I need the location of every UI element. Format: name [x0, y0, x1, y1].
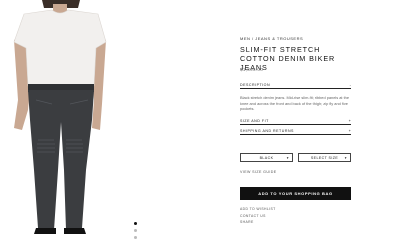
product-photo-model [13, 0, 107, 234]
gallery-dot-3[interactable] [134, 236, 137, 239]
color-select-value: BLACK [259, 155, 274, 160]
secondary-links: ADD TO WISHLIST CONTACT US SHARE [240, 207, 276, 224]
size-select[interactable]: SELECT SIZE ▾ [298, 153, 351, 162]
accordion-size-fit-label: SIZE AND FIT [240, 119, 269, 123]
model-right-shoe [64, 228, 86, 234]
plus-icon: + [348, 128, 351, 133]
color-select[interactable]: BLACK ▾ [240, 153, 293, 162]
gallery-dot-2[interactable] [134, 229, 137, 232]
plus-icon: + [348, 118, 351, 123]
product-info-panel: MEN / JEANS & TROUSERS SLIM-FIT STRETCH … [240, 0, 355, 242]
product-price: $1,395.00 [240, 67, 264, 72]
breadcrumb[interactable]: MEN / JEANS & TROUSERS [240, 36, 303, 41]
accordion-size-fit[interactable]: SIZE AND FIT + [240, 118, 351, 125]
minus-icon: - [349, 82, 351, 87]
accordion-shipping-label: SHIPPING AND RETURNS [240, 129, 294, 133]
accordion-description[interactable]: DESCRIPTION - [240, 82, 351, 89]
size-select-placeholder: SELECT SIZE [310, 155, 339, 160]
accordion-description-label: DESCRIPTION [240, 83, 271, 87]
add-to-wishlist-link[interactable]: ADD TO WISHLIST [240, 207, 276, 211]
description-text: Black stretch denim jeans. Mid-rise slim… [240, 95, 349, 112]
chevron-down-icon: ▾ [344, 155, 347, 160]
accordion-shipping[interactable]: SHIPPING AND RETURNS + [240, 128, 351, 135]
model-jeans [28, 90, 94, 230]
gallery-dot-1[interactable] [134, 222, 137, 225]
model-left-shoe [34, 228, 56, 234]
contact-us-link[interactable]: CONTACT US [240, 214, 276, 218]
product-image-panel [0, 0, 148, 242]
share-link[interactable]: SHARE [240, 220, 276, 224]
model-shirt [13, 9, 107, 87]
size-guide-link[interactable]: VIEW SIZE GUIDE [240, 170, 277, 174]
chevron-down-icon: ▾ [286, 155, 289, 160]
gallery-pagination [134, 222, 137, 239]
add-to-bag-button[interactable]: ADD TO YOUR SHOPPING BAG [240, 187, 351, 200]
